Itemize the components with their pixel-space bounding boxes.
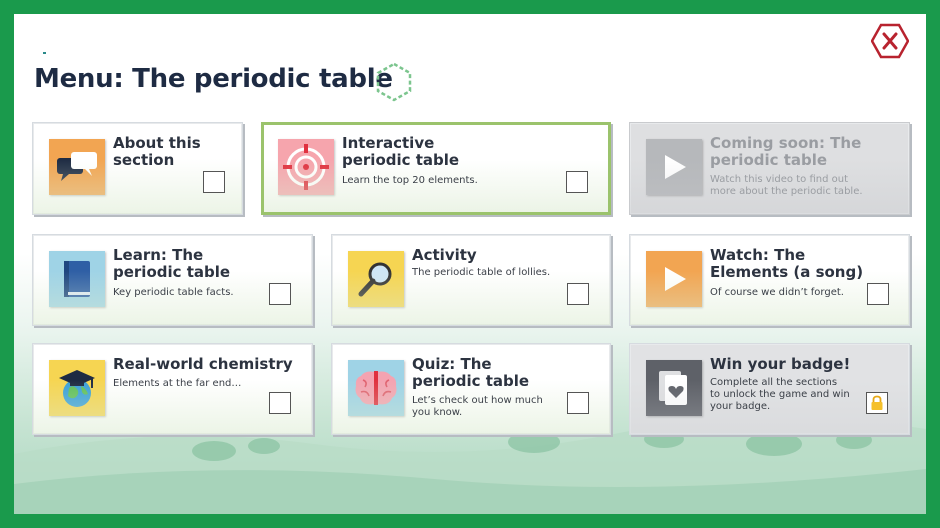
completion-checkbox [203, 171, 225, 193]
hexagon-progress-icon [374, 62, 414, 102]
completion-checkbox [269, 392, 291, 414]
card-title: periodic table [710, 151, 828, 169]
magnifier-icon [348, 251, 404, 307]
card-description: Of course we didn’t forget. [710, 287, 844, 298]
card-description: Key periodic table facts. [113, 287, 234, 298]
lock-icon [866, 392, 888, 414]
card-description: Watch this video to find out [710, 174, 848, 185]
card-heart-icon [646, 360, 702, 416]
menu-card-watch[interactable]: Watch: The Elements (a song) Of course w… [629, 234, 910, 326]
card-title: Real-world chemistry [113, 355, 293, 373]
card-title: periodic table [113, 263, 231, 281]
completion-checkbox [867, 283, 889, 305]
card-title: Quiz: The [412, 355, 492, 373]
card-title: Win your badge! [710, 355, 851, 373]
card-description: Learn the top 20 elements. [342, 175, 478, 186]
card-description: The periodic table of lollies. [412, 267, 551, 278]
card-title: section [113, 151, 175, 169]
card-title: Learn: The [113, 246, 204, 264]
close-icon [870, 23, 910, 59]
card-description: to unlock the game and win [710, 389, 850, 400]
brain-icon [348, 360, 404, 416]
menu-card-interactive[interactable]: Interactive periodic table Learn the top… [261, 122, 611, 215]
card-description: Let’s check out how much [412, 395, 543, 406]
menu-card-badge: Win your badge! Complete all the section… [629, 343, 910, 435]
card-description: you know. [412, 407, 463, 418]
card-title: Interactive [342, 134, 435, 152]
menu-card-activity[interactable]: Activity The periodic table of lollies. [331, 234, 611, 326]
close-button[interactable] [870, 23, 910, 59]
decorative-dot [43, 52, 46, 54]
card-title: Activity [412, 246, 477, 264]
menu-card-about[interactable]: About this section [32, 122, 243, 215]
menu-card-coming-soon: Coming soon: The periodic table Watch th… [629, 122, 910, 215]
completion-checkbox [566, 171, 588, 193]
page-title: Menu: The periodic table [34, 64, 393, 94]
play-icon [646, 251, 702, 307]
menu-frame: Menu: The periodic table About this sect… [14, 14, 926, 514]
card-title: periodic table [412, 372, 530, 390]
speech-bubbles-icon [49, 139, 105, 195]
book-icon [49, 251, 105, 307]
menu-card-learn[interactable]: Learn: The periodic table Key periodic t… [32, 234, 313, 326]
play-icon [646, 139, 702, 195]
card-title: periodic table [342, 151, 460, 169]
globe-graduation-icon [49, 360, 105, 416]
card-description: your badge. [710, 401, 771, 412]
menu-card-real-world[interactable]: Real-world chemistry Elements at the far… [32, 343, 313, 435]
card-title: Coming soon: The [710, 134, 862, 152]
completion-checkbox [567, 392, 589, 414]
menu-card-quiz[interactable]: Quiz: The periodic table Let’s check out… [331, 343, 611, 435]
completion-checkbox [269, 283, 291, 305]
card-description: more about the periodic table. [710, 186, 863, 197]
card-title: Elements (a song) [710, 263, 864, 281]
card-title: Watch: The [710, 246, 806, 264]
card-description: Complete all the sections [710, 377, 838, 388]
completion-checkbox [567, 283, 589, 305]
target-icon [278, 139, 334, 195]
card-title: About this [113, 134, 201, 152]
card-description: Elements at the far end… [113, 378, 242, 389]
